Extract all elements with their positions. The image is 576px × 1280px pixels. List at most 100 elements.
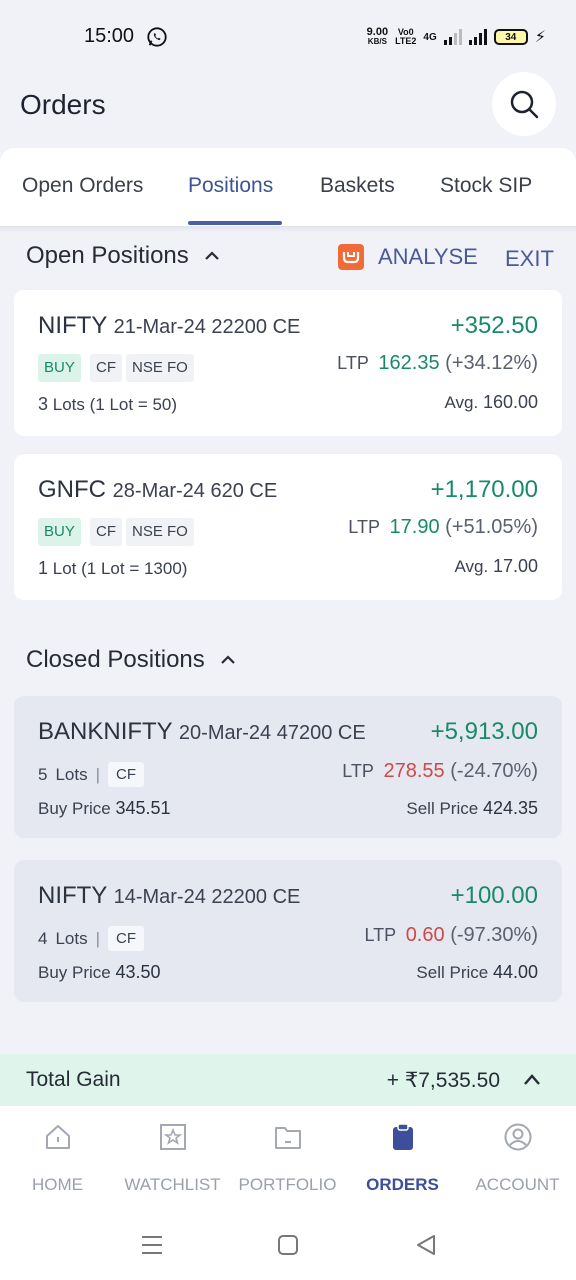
exit-button[interactable]: EXIT: [505, 246, 554, 272]
position-symbol: NIFTY: [38, 312, 107, 339]
sell-price-label: Sell Price: [416, 963, 489, 982]
avg-price: Avg. 17.00: [455, 556, 539, 577]
buy-price-label: Buy Price: [38, 799, 111, 818]
charging-icon: ⚡: [534, 29, 546, 46]
closed-positions-title: Closed Positions: [26, 646, 205, 673]
avg-price: Avg. 160.00: [444, 392, 538, 413]
closed-position-card[interactable]: NIFTY 14-Mar-24 22200 CE +100.00 4 Lots …: [14, 860, 562, 1002]
exchange-badge: NSE FO: [126, 518, 194, 546]
nav-label: PORTFOLIO: [238, 1175, 337, 1194]
nav-label: ORDERS: [366, 1175, 439, 1194]
lots-count: 1: [38, 558, 49, 578]
lot-size: (1 Lot = 1300): [81, 559, 188, 578]
tab-baskets[interactable]: Baskets: [320, 174, 395, 198]
lots-info: 4 Lots | CF: [38, 926, 145, 951]
ltp-display: LTP 162.35 (+34.12%): [337, 352, 538, 375]
lots-info: 5 Lots | CF: [38, 762, 145, 787]
sell-price-value: 424.35: [482, 798, 538, 818]
tab-positions[interactable]: Positions: [188, 174, 273, 198]
nav-portfolio[interactable]: PORTFOLIO: [230, 1122, 345, 1195]
ltp-display: LTP 0.60 (-97.30%): [364, 924, 538, 947]
ltp-value: 0.60: [405, 924, 445, 946]
lots-count: 5: [38, 764, 48, 784]
open-position-card[interactable]: NIFTY 21-Mar-24 22200 CE +352.50 BUY CF …: [14, 290, 562, 436]
analyse-button[interactable]: ANALYSE: [338, 244, 478, 270]
total-gain-label: Total Gain: [26, 1068, 121, 1091]
active-tab-indicator: [188, 221, 282, 225]
ltp-change: (-24.70%): [450, 760, 538, 782]
lots-word: Lots: [55, 764, 88, 784]
bottom-nav: HOME WATCHLIST PORTFOLIO ORDERS ACCOUNT: [0, 1106, 576, 1210]
side-badge: BUY: [38, 518, 81, 546]
exchange-badge: NSE FO: [126, 354, 194, 382]
nav-account[interactable]: ACCOUNT: [460, 1122, 575, 1195]
sell-price: Sell Price 424.35: [406, 798, 538, 819]
search-icon: [510, 90, 539, 119]
back-icon[interactable]: [414, 1234, 438, 1256]
total-gain-bar[interactable]: Total Gain + ₹7,535.50: [0, 1054, 576, 1106]
ltp-change: (+34.12%): [445, 352, 538, 374]
signal-icon-1: [443, 29, 462, 45]
position-title: NIFTY 14-Mar-24 22200 CE: [38, 882, 300, 910]
open-position-card[interactable]: GNFC 28-Mar-24 620 CE +1,170.00 BUY CF N…: [14, 454, 562, 600]
position-title: NIFTY 21-Mar-24 22200 CE: [38, 312, 300, 340]
ltp-value: 17.90: [389, 516, 440, 538]
lots-word: Lots: [55, 928, 88, 948]
sell-price-value: 44.00: [492, 962, 538, 982]
buy-price: Buy Price 43.50: [38, 962, 161, 983]
closed-positions-header[interactable]: Closed Positions: [26, 646, 237, 674]
nav-watchlist[interactable]: WATCHLIST: [115, 1122, 230, 1195]
avg-label: Avg.: [454, 557, 489, 576]
closed-position-card[interactable]: BANKNIFTY 20-Mar-24 47200 CE +5,913.00 5…: [14, 696, 562, 838]
folder-icon: [274, 1127, 301, 1149]
whatsapp-icon: [147, 27, 167, 47]
volte-indicator: Vo0 LTE2: [395, 28, 416, 46]
tab-stock-sip[interactable]: Stock SIP: [440, 174, 532, 198]
ltp-label: LTP: [342, 761, 374, 781]
position-symbol: NIFTY: [38, 882, 107, 909]
position-pnl: +5,913.00: [430, 718, 538, 745]
status-time: 15:00: [84, 25, 135, 47]
avg-value: 17.00: [492, 556, 538, 576]
position-pnl: +1,170.00: [430, 476, 538, 503]
account-icon: [504, 1123, 531, 1151]
position-pnl: +352.50: [450, 312, 538, 339]
analyse-label: ANALYSE: [378, 244, 478, 269]
nav-label: HOME: [32, 1175, 83, 1194]
side-badge: BUY: [38, 354, 81, 382]
battery-level: 34: [505, 31, 517, 43]
position-symbol: BANKNIFTY: [38, 718, 173, 745]
buy-price-label: Buy Price: [38, 963, 111, 982]
star-icon: [159, 1124, 186, 1150]
lots-word: Lot: [52, 559, 77, 578]
lots-count: 3: [38, 394, 49, 414]
orders-tabs: Open Orders Positions Baskets Stock SIP: [0, 148, 576, 226]
net-speed: 9.00 KB/S: [367, 27, 388, 47]
position-symbol: GNFC: [38, 476, 106, 503]
chevron-up-icon: [204, 251, 219, 260]
avg-value: 160.00: [482, 392, 538, 412]
app-header: Orders: [0, 72, 576, 148]
nav-orders[interactable]: ORDERS: [345, 1122, 460, 1195]
menu-icon[interactable]: [140, 1234, 164, 1256]
lot-size: (1 Lot = 50): [89, 395, 178, 414]
position-contract: 14-Mar-24 22200 CE: [113, 886, 301, 908]
open-positions-header[interactable]: Open Positions: [26, 242, 221, 270]
battery-icon: 34: [493, 29, 528, 45]
tab-open-orders[interactable]: Open Orders: [22, 174, 143, 198]
nav-home[interactable]: HOME: [0, 1122, 115, 1195]
nav-label: ACCOUNT: [475, 1175, 560, 1194]
search-button[interactable]: [492, 72, 556, 136]
avg-label: Avg.: [444, 393, 479, 412]
position-contract: 28-Mar-24 620 CE: [112, 480, 278, 502]
volte-bottom: LTE2: [395, 36, 417, 46]
lots-count: 4: [38, 928, 48, 948]
separator: |: [95, 928, 101, 948]
buy-price-value: 345.51: [115, 798, 171, 818]
ltp-display: LTP 17.90 (+51.05%): [348, 516, 538, 539]
chevron-up-icon[interactable]: [522, 1070, 542, 1090]
lots-info: 3 Lots (1 Lot = 50): [38, 394, 177, 415]
home-square-icon[interactable]: [276, 1234, 300, 1256]
ltp-change: (+51.05%): [445, 516, 538, 538]
ltp-value: 278.55: [383, 760, 445, 782]
